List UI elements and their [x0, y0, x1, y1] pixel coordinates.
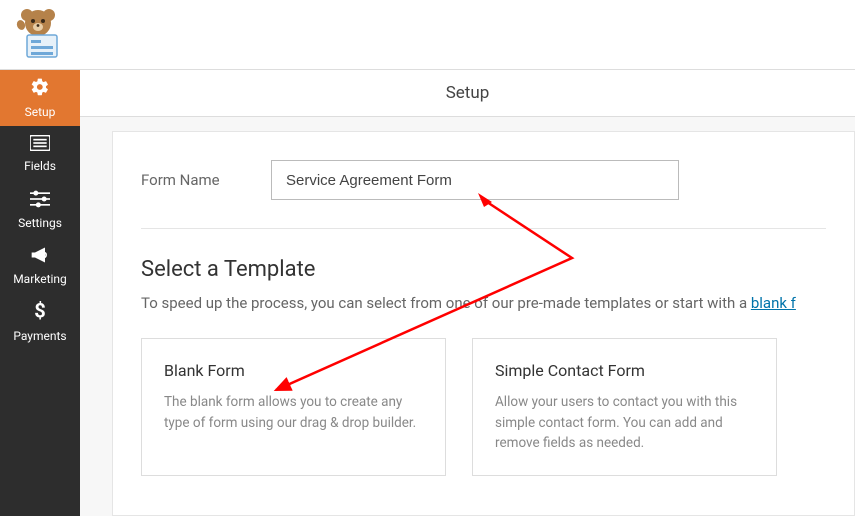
- templates-row: Blank Form The blank form allows you to …: [141, 338, 826, 476]
- template-desc-text: To speed up the process, you can select …: [141, 294, 751, 312]
- template-title: Blank Form: [164, 361, 423, 380]
- template-section-desc: To speed up the process, you can select …: [141, 294, 826, 312]
- sidebar-item-settings[interactable]: Settings: [0, 182, 80, 238]
- sidebar: Setup Fields Settings Marketing $ Paymen…: [0, 70, 80, 516]
- sidebar-item-label: Payments: [13, 329, 66, 343]
- form-name-input[interactable]: [271, 160, 679, 200]
- main-area: Setup Form Name Select a Template To spe…: [80, 70, 855, 516]
- form-name-label: Form Name: [141, 171, 241, 189]
- template-card-blank[interactable]: Blank Form The blank form allows you to …: [141, 338, 446, 476]
- sidebar-item-label: Marketing: [13, 272, 67, 286]
- megaphone-icon: [30, 246, 50, 268]
- top-logo-bar: [0, 0, 855, 70]
- sidebar-item-setup[interactable]: Setup: [0, 70, 80, 126]
- template-desc: Allow your users to contact you with thi…: [495, 392, 754, 453]
- dollar-icon: $: [33, 301, 47, 325]
- tab-header: Setup: [80, 70, 855, 117]
- template-title: Simple Contact Form: [495, 361, 754, 380]
- sidebar-item-payments[interactable]: $ Payments: [0, 294, 80, 350]
- app-logo: [12, 5, 67, 60]
- sidebar-item-label: Settings: [18, 216, 62, 230]
- sidebar-item-marketing[interactable]: Marketing: [0, 238, 80, 294]
- sidebar-item-label: Fields: [24, 159, 56, 173]
- template-desc: The blank form allows you to create any …: [164, 392, 423, 433]
- form-name-row: Form Name: [141, 160, 826, 229]
- sliders-icon: [30, 190, 50, 212]
- svg-text:$: $: [34, 301, 45, 321]
- sidebar-item-label: Setup: [25, 105, 56, 119]
- template-section-title: Select a Template: [141, 257, 826, 282]
- list-icon: [30, 135, 50, 155]
- gear-icon: [30, 77, 50, 101]
- tab-title: Setup: [446, 83, 490, 103]
- blank-form-link[interactable]: blank f: [751, 294, 796, 312]
- content-panel: Form Name Select a Template To speed up …: [112, 131, 855, 516]
- sidebar-item-fields[interactable]: Fields: [0, 126, 80, 182]
- template-card-simple-contact[interactable]: Simple Contact Form Allow your users to …: [472, 338, 777, 476]
